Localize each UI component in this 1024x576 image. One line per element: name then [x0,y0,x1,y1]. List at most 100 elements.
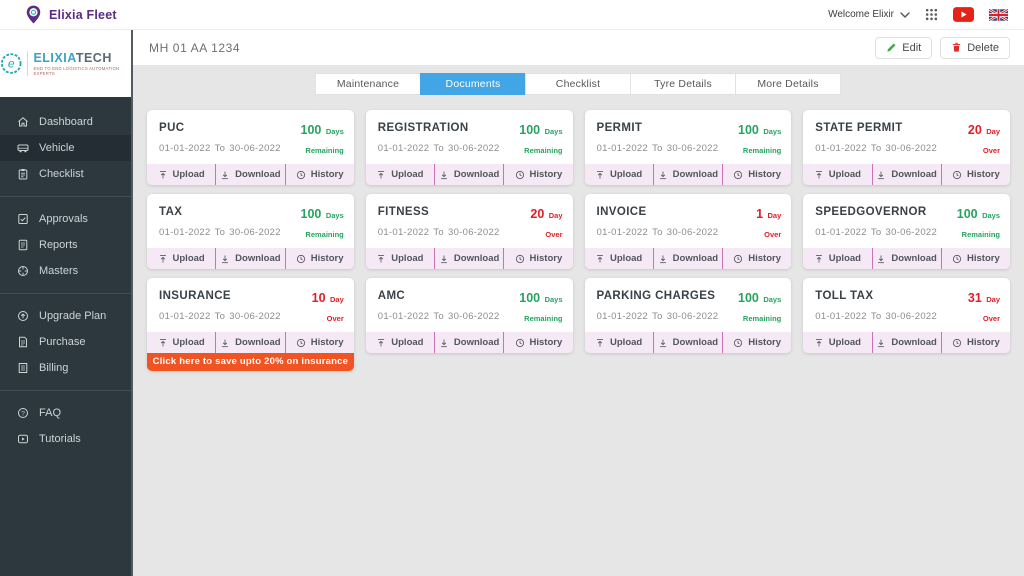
history-button[interactable]: History [723,248,791,269]
tab-documents[interactable]: Documents [420,73,526,95]
upload-button[interactable]: Upload [366,248,435,269]
download-button[interactable]: Download [873,248,942,269]
sidebar-item-masters[interactable]: Masters [0,258,131,284]
uk-flag-icon [989,9,1008,21]
history-button[interactable]: History [504,164,572,185]
user-menu[interactable]: Welcome Elixir [828,9,910,20]
upload-button[interactable]: Upload [803,332,873,353]
sidebar-item-label: Tutorials [39,433,81,445]
download-icon [658,254,668,264]
sidebar-item-label: FAQ [39,407,62,419]
apps-grid-button[interactable] [925,8,938,21]
insurance-offer-banner[interactable]: Click here to save upto 20% on insurance [147,353,354,371]
upload-button[interactable]: Upload [366,164,435,185]
welcome-text: Welcome Elixir [828,9,894,20]
sidebar-item-label: Upgrade Plan [39,310,107,322]
download-button[interactable]: Download [435,248,505,269]
history-button[interactable]: History [286,332,354,353]
status-unit: Days [325,127,344,136]
purchase-icon [17,336,29,348]
status-word: Remaining [742,146,782,156]
history-button[interactable]: History [942,248,1010,269]
upload-button[interactable]: Upload [803,164,873,185]
upload-button[interactable]: Upload [147,332,217,353]
upload-button[interactable]: Upload [803,248,873,269]
download-button[interactable]: Download [216,248,286,269]
download-button[interactable]: Download [435,164,505,185]
language-flag-button[interactable] [989,9,1008,21]
upload-icon [158,254,168,264]
tab-checklist[interactable]: Checklist [525,73,631,95]
document-card-registration: REGISTRATION 100 Days Remaining 01-01-20… [365,110,573,185]
sidebar-menu: Dashboard Vehicle Checklist Approvals Re… [0,97,131,452]
status-word: Over [326,314,344,324]
download-button[interactable]: Download [873,332,942,353]
sidebar-item-purchase[interactable]: Purchase [0,329,131,355]
upload-button[interactable]: Upload [366,332,435,353]
history-clock-icon [733,254,743,264]
history-button[interactable]: History [942,164,1010,185]
upload-button[interactable]: Upload [585,332,654,353]
status-value: 100 [956,207,978,221]
sidebar-item-approvals[interactable]: Approvals [0,206,131,232]
download-button[interactable]: Download [873,164,942,185]
upload-icon [595,338,605,348]
upload-icon [376,254,386,264]
history-button[interactable]: History [504,248,572,269]
tutorials-icon [17,433,29,445]
upload-button[interactable]: Upload [147,248,217,269]
status-value: 100 [738,123,759,137]
sidebar-item-label: Approvals [39,213,88,225]
sidebar-item-tutorials[interactable]: Tutorials [0,426,131,452]
apps-grid-icon [925,8,938,21]
status-word: Remaining [961,230,1000,240]
download-icon [220,254,230,264]
download-button[interactable]: Download [654,164,723,185]
upload-button[interactable]: Upload [585,164,654,185]
sidebar-item-reports[interactable]: Reports [0,232,131,258]
tab-maintenance[interactable]: Maintenance [315,73,421,95]
document-card-puc: PUC 100 Days Remaining 01-01-2022 To 30-06… [147,110,354,185]
logo-wordmark: ELIXIATECH [33,51,112,65]
upload-button[interactable]: Upload [147,164,217,185]
download-button[interactable]: Download [216,164,286,185]
youtube-button[interactable] [953,7,974,22]
sidebar-divider [0,390,131,391]
upload-icon [158,170,168,180]
sidebar-item-vehicle[interactable]: Vehicle [0,135,131,161]
delete-button[interactable]: Delete [940,36,1010,59]
sidebar-item-faq[interactable]: FAQ [0,400,131,426]
history-button[interactable]: History [942,332,1010,353]
edit-button[interactable]: Edit [875,36,933,59]
sidebar-item-checklist[interactable]: Checklist [0,161,131,187]
download-button[interactable]: Download [216,332,286,353]
masters-icon [17,265,29,277]
history-button[interactable]: History [286,248,354,269]
history-clock-icon [296,338,306,348]
sidebar-item-label: Purchase [39,336,86,348]
history-button[interactable]: History [504,332,572,353]
download-button[interactable]: Download [654,248,723,269]
sidebar-item-upgrade-plan[interactable]: Upgrade Plan [0,303,131,329]
status-unit: Days [763,295,782,304]
document-card-fitness: FITNESS 20 Day Over 01-01-2022 To 30-06-20… [365,194,573,269]
tab-more-details[interactable]: More Details [735,73,841,95]
status-value: 100 [519,291,541,305]
sidebar-item-label: Vehicle [39,142,75,154]
download-icon [220,338,230,348]
status-unit: Day [767,211,782,220]
history-button[interactable]: History [723,164,791,185]
status-value: 20 [967,123,982,137]
upload-button[interactable]: Upload [585,248,654,269]
delete-button-label: Delete [967,41,999,54]
vehicle-number: MH 01 AA 1234 [149,40,241,55]
download-button[interactable]: Download [654,332,723,353]
sidebar-item-billing[interactable]: Billing [0,355,131,381]
sidebar-item-dashboard[interactable]: Dashboard [0,109,131,135]
download-button[interactable]: Download [435,332,505,353]
history-button[interactable]: History [286,164,354,185]
download-icon [439,170,449,180]
tab-tyre-details[interactable]: Tyre Details [630,73,736,95]
sidebar-item-label: Dashboard [39,116,93,128]
history-button[interactable]: History [723,332,791,353]
